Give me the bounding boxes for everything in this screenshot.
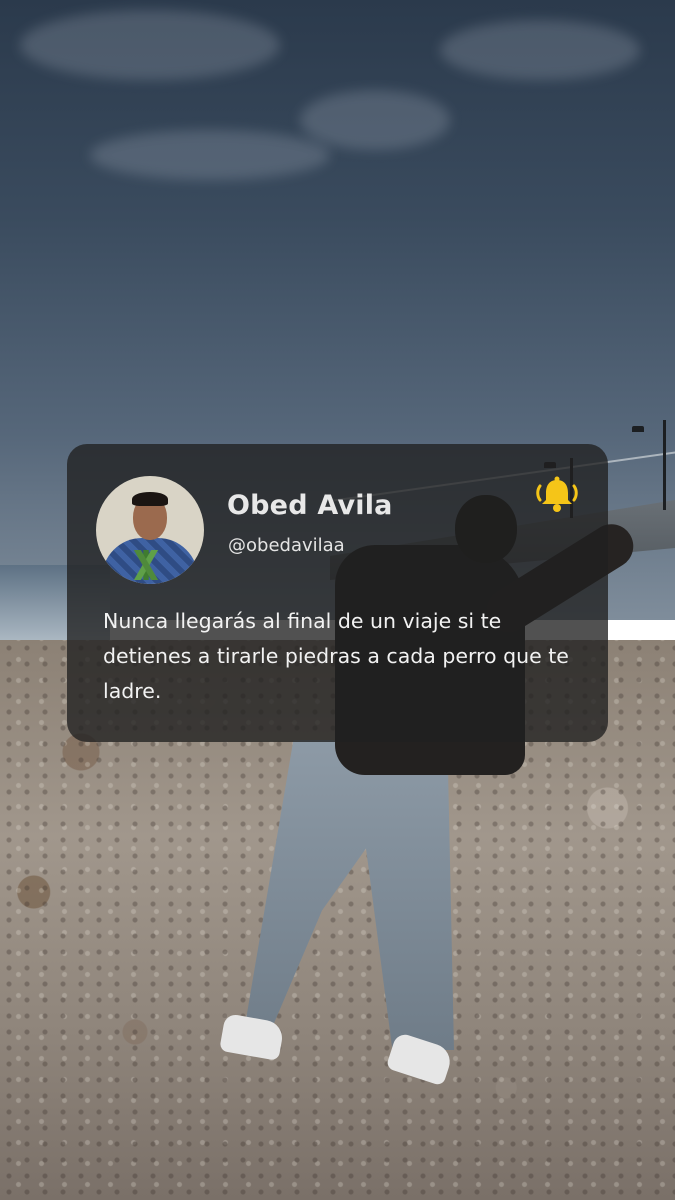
street-lamp-head xyxy=(632,426,644,432)
bell-ringing-icon[interactable] xyxy=(532,474,582,514)
cloud xyxy=(300,90,450,150)
avatar[interactable] xyxy=(96,476,204,584)
street-lamp xyxy=(663,420,666,510)
cloud xyxy=(440,20,640,80)
cloud xyxy=(20,10,280,80)
avatar-hair xyxy=(132,492,168,506)
author-name[interactable]: Obed Avila xyxy=(227,490,393,521)
avatar-plant xyxy=(116,550,176,580)
author-handle[interactable]: @obedavilaa xyxy=(228,535,345,556)
quote-text: Nunca llegarás al final de un viaje si t… xyxy=(103,609,569,703)
cloud xyxy=(90,130,330,180)
